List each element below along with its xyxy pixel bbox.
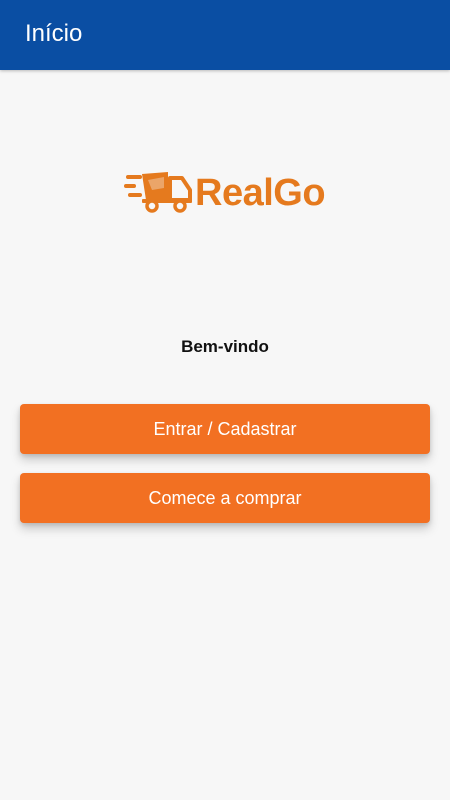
login-register-button[interactable]: Entrar / Cadastrar bbox=[20, 404, 430, 454]
logo-text: RealGo bbox=[195, 172, 326, 214]
app-bar: Início bbox=[0, 0, 450, 70]
realgo-logo: RealGo bbox=[124, 168, 326, 216]
page-title: Início bbox=[25, 20, 83, 47]
welcome-text: Bem-vindo bbox=[181, 337, 269, 356]
delivery-truck-icon bbox=[124, 172, 192, 213]
start-shopping-button[interactable]: Comece a comprar bbox=[20, 473, 430, 523]
